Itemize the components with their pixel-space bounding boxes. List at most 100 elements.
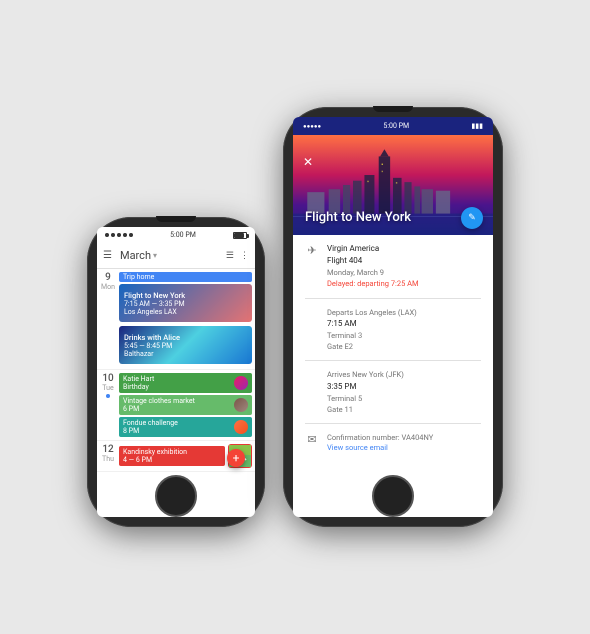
detail-content: ✈ Virgin America Flight 404 Monday, Marc… bbox=[293, 235, 493, 476]
confirmation-info: Confirmation number: VA404NY View source… bbox=[327, 432, 481, 452]
signal-dots bbox=[105, 233, 133, 237]
confirmation-number: Confirmation number: VA404NY bbox=[327, 432, 481, 443]
menu-icon[interactable]: ☰ bbox=[103, 250, 112, 261]
scene: 5:00 PM ☰ March ▾ ☰ ⋮ bbox=[87, 107, 503, 527]
events-col-9: Trip home Flight to New York 7:15 AM — 3… bbox=[119, 269, 255, 369]
more-options-icon[interactable]: ⋮ bbox=[240, 251, 249, 261]
hero-title: Flight to New York bbox=[305, 210, 411, 225]
view-source-link[interactable]: View source email bbox=[327, 443, 481, 452]
calendar-view-icon[interactable]: ☰ bbox=[226, 251, 234, 261]
depart-gate: Gate E2 bbox=[327, 341, 481, 352]
large-status-bar: ●●●●● 5:00 PM ▮▮▮ bbox=[293, 117, 493, 135]
large-phone-screen: ●●●●● 5:00 PM ▮▮▮ bbox=[293, 117, 493, 517]
arrival-section: Arrives New York (JFK) 3:35 PM Terminal … bbox=[305, 369, 481, 424]
day-num-12: 12 bbox=[102, 444, 113, 455]
calendar-body: 9 Mon Trip home Flight to New York 7:15 … bbox=[97, 269, 255, 472]
depart-label: Departs Los Angeles (LAX) bbox=[327, 307, 481, 318]
email-icon: ✉ bbox=[305, 433, 319, 446]
status-time: 5:00 PM bbox=[170, 231, 196, 239]
airline-info: Virgin America Flight 404 Monday, March … bbox=[327, 243, 481, 290]
signal-dot-1 bbox=[105, 233, 109, 237]
arrive-label: Arrives New York (JFK) bbox=[327, 369, 481, 380]
battery-icon bbox=[233, 232, 247, 239]
calendar-header: ☰ March ▾ ☰ ⋮ bbox=[97, 243, 255, 269]
day-row-9: 9 Mon Trip home Flight to New York 7:15 … bbox=[97, 269, 255, 370]
small-phone: 5:00 PM ☰ March ▾ ☰ ⋮ bbox=[87, 217, 265, 527]
day-row-10: 10 Tue Katie Hart Birthday bbox=[97, 370, 255, 441]
flight-card[interactable]: Flight to New York 7:15 AM — 3:35 PM Los… bbox=[119, 284, 252, 322]
day-label-12: Thu bbox=[102, 455, 114, 463]
battery-fill bbox=[234, 233, 244, 238]
day-num-10: 10 bbox=[102, 373, 113, 384]
depart-terminal: Terminal 3 bbox=[327, 330, 481, 341]
drinks-title: Drinks with Alice bbox=[124, 333, 247, 342]
vintage-market-event[interactable]: Vintage clothes market 6 PM bbox=[119, 395, 252, 415]
departure-section: Departs Los Angeles (LAX) 7:15 AM Termin… bbox=[305, 307, 481, 362]
depart-time: 7:15 AM bbox=[327, 318, 481, 330]
fondue-time: 8 PM bbox=[123, 427, 178, 435]
signal-dot-3 bbox=[117, 233, 121, 237]
fondue-event[interactable]: Fondue challenge 8 PM bbox=[119, 417, 252, 437]
events-col-10: Katie Hart Birthday Vintage clothes mark… bbox=[119, 370, 255, 440]
close-button[interactable]: ✕ bbox=[303, 155, 313, 169]
dot-marker-10 bbox=[106, 394, 110, 398]
confirmation-row: ✉ Confirmation number: VA404NY View sour… bbox=[305, 432, 481, 452]
vintage-avatar bbox=[234, 398, 248, 412]
add-event-fab[interactable]: + bbox=[227, 449, 245, 467]
vintage-title: Vintage clothes market bbox=[123, 397, 195, 405]
departure-row: Departs Los Angeles (LAX) 7:15 AM Termin… bbox=[305, 307, 481, 353]
katie-sub: Birthday bbox=[123, 383, 154, 391]
arrive-terminal: Terminal 5 bbox=[327, 393, 481, 404]
flight-number: Flight 404 bbox=[327, 255, 481, 267]
confirmation-section: ✉ Confirmation number: VA404NY View sour… bbox=[305, 432, 481, 460]
airline-section: ✈ Virgin America Flight 404 Monday, Marc… bbox=[305, 243, 481, 299]
signal-dot-4 bbox=[123, 233, 127, 237]
month-label: March bbox=[120, 249, 151, 262]
flight-card-loc: Los Angeles LAX bbox=[124, 308, 247, 316]
date-col-12: 12 Thu bbox=[97, 441, 119, 471]
day-label-9: Mon bbox=[101, 283, 115, 291]
arrive-time: 3:35 PM bbox=[327, 381, 481, 393]
drinks-card[interactable]: Drinks with Alice 5:45 — 8:45 PM Balthaz… bbox=[119, 326, 252, 364]
date-col-10: 10 Tue bbox=[97, 370, 119, 440]
airline-row: ✈ Virgin America Flight 404 Monday, Marc… bbox=[305, 243, 481, 290]
vintage-time: 6 PM bbox=[123, 405, 195, 413]
katie-name: Katie Hart bbox=[123, 375, 154, 383]
katie-hart-event[interactable]: Katie Hart Birthday bbox=[119, 373, 252, 393]
edit-icon: ✎ bbox=[468, 213, 476, 223]
drinks-loc: Balthazar bbox=[124, 350, 247, 358]
large-phone: ●●●●● 5:00 PM ▮▮▮ bbox=[283, 107, 503, 527]
airline-name: Virgin America bbox=[327, 243, 481, 255]
status-right bbox=[233, 232, 247, 239]
fondue-title: Fondue challenge bbox=[123, 419, 178, 427]
arrival-info: Arrives New York (JFK) 3:35 PM Terminal … bbox=[327, 369, 481, 415]
kandinsky-event[interactable]: Kandinsky exhibition 4 — 6 PM bbox=[119, 446, 225, 466]
kandinsky-title: Kandinsky exhibition bbox=[123, 448, 221, 456]
date-col-9: 9 Mon bbox=[97, 269, 119, 369]
fondue-avatar bbox=[234, 420, 248, 434]
small-status-bar: 5:00 PM bbox=[97, 227, 255, 243]
day-num-9: 9 bbox=[105, 272, 111, 283]
flight-card-title: Flight to New York bbox=[124, 291, 247, 300]
month-title[interactable]: March ▾ bbox=[120, 249, 222, 262]
flight-date: Monday, March 9 bbox=[327, 267, 481, 278]
large-status-time: 5:00 PM bbox=[383, 122, 409, 130]
drinks-time: 5:45 — 8:45 PM bbox=[124, 342, 247, 350]
flight-card-time: 7:15 AM — 3:35 PM bbox=[124, 300, 247, 308]
large-signal: ●●●●● bbox=[303, 123, 321, 130]
edit-fab[interactable]: ✎ bbox=[461, 207, 483, 229]
small-phone-screen: 5:00 PM ☰ March ▾ ☰ ⋮ bbox=[97, 227, 255, 517]
signal-dot-5 bbox=[129, 233, 133, 237]
plane-icon: ✈ bbox=[305, 244, 319, 257]
dropdown-arrow: ▾ bbox=[153, 251, 157, 260]
kandinsky-time: 4 — 6 PM bbox=[123, 456, 221, 464]
header-icons: ☰ ⋮ bbox=[226, 251, 249, 261]
arrive-gate: Gate 11 bbox=[327, 404, 481, 415]
trip-home-event[interactable]: Trip home bbox=[119, 272, 252, 282]
large-status-right: ▮▮▮ bbox=[471, 122, 483, 130]
day-label-10: Tue bbox=[102, 384, 113, 392]
katie-avatar bbox=[234, 376, 248, 390]
flight-alert: Delayed: departing 7:25 AM bbox=[327, 278, 481, 289]
arrival-row: Arrives New York (JFK) 3:35 PM Terminal … bbox=[305, 369, 481, 415]
departure-info: Departs Los Angeles (LAX) 7:15 AM Termin… bbox=[327, 307, 481, 353]
